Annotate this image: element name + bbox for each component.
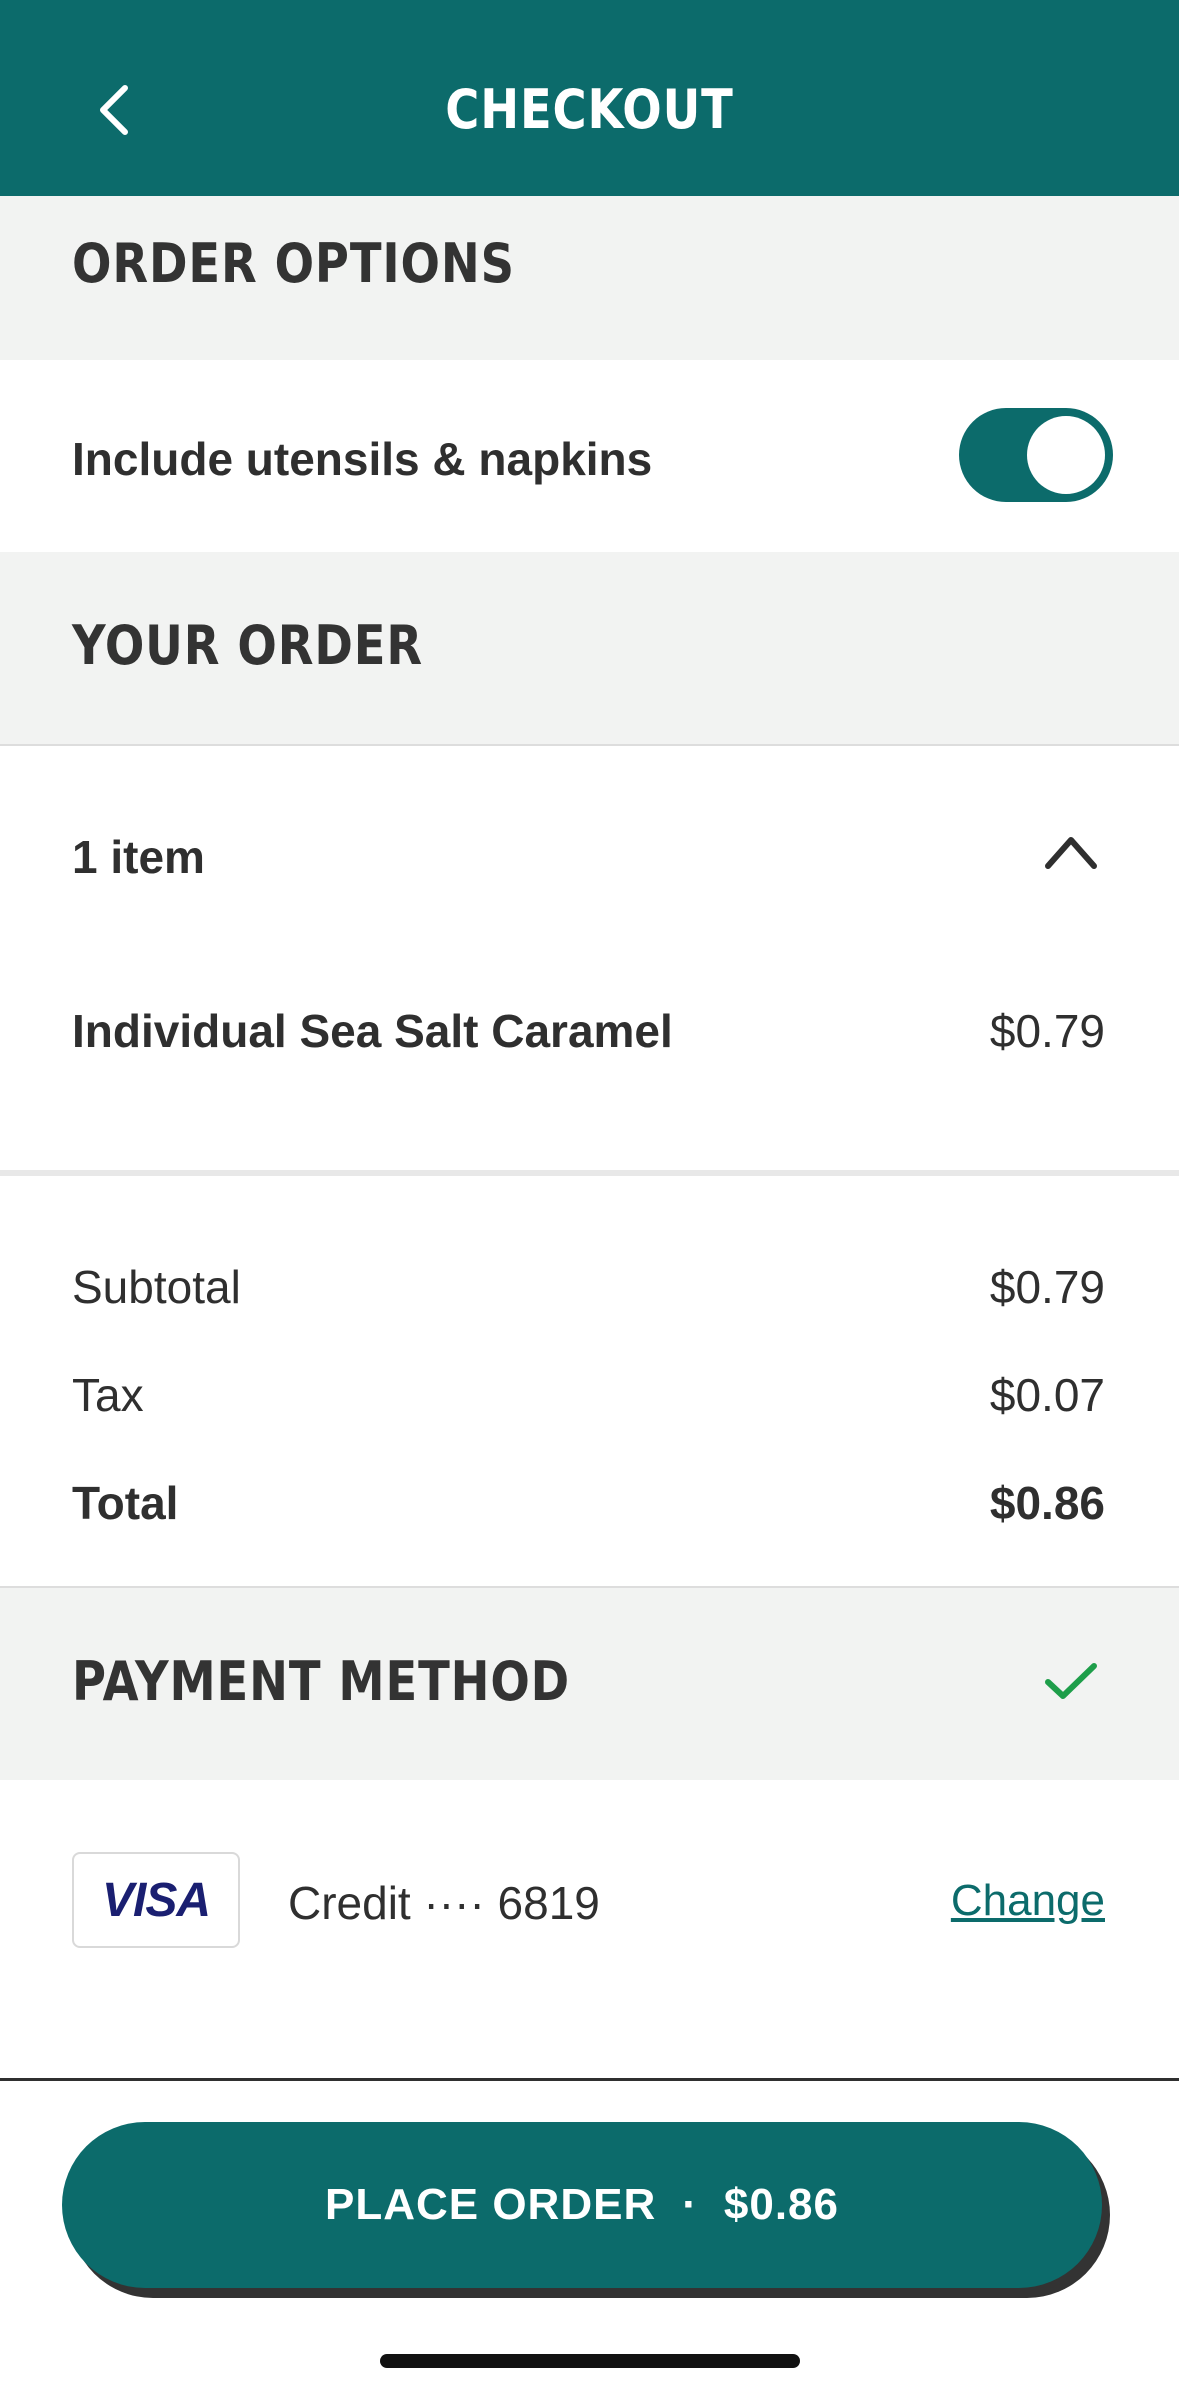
header-bar: CHECKOUT bbox=[0, 0, 1179, 196]
toggle-knob bbox=[1027, 416, 1105, 494]
card-label: Credit ···· 6819 bbox=[288, 1877, 600, 1929]
page-title: CHECKOUT bbox=[445, 78, 734, 141]
visa-card-logo: VISA bbox=[72, 1852, 240, 1948]
card-brand: VISA bbox=[101, 1873, 211, 1927]
utensils-toggle[interactable] bbox=[959, 408, 1113, 502]
change-payment-link[interactable]: Change bbox=[951, 1876, 1105, 1926]
home-indicator bbox=[380, 2354, 800, 2368]
order-item-name: Individual Sea Salt Caramel bbox=[72, 1005, 673, 1057]
utensils-label: Include utensils & napkins bbox=[72, 433, 653, 485]
your-order-title: YOUR ORDER bbox=[72, 614, 423, 677]
place-order-label: PLACE ORDER bbox=[324, 2180, 657, 2229]
order-options-title: ORDER OPTIONS bbox=[72, 232, 515, 295]
checkmark-icon bbox=[1045, 1663, 1097, 1699]
separator-dot: · bbox=[682, 2180, 698, 2229]
divider bbox=[0, 744, 1179, 746]
order-item-price: $0.79 bbox=[989, 1005, 1105, 1057]
item-count-label[interactable]: 1 item bbox=[72, 830, 205, 884]
subtotal-label: Subtotal bbox=[72, 1261, 241, 1313]
order-options-section-header: ORDER OPTIONS bbox=[0, 196, 1179, 360]
place-order-amount: $0.86 bbox=[723, 2180, 839, 2229]
divider bbox=[0, 1170, 1179, 1176]
tax-label: Tax bbox=[72, 1369, 144, 1421]
tax-value: $0.07 bbox=[989, 1369, 1105, 1421]
payment-method-title: PAYMENT METHOD bbox=[72, 1650, 571, 1713]
total-value: $0.86 bbox=[989, 1477, 1105, 1529]
subtotal-value: $0.79 bbox=[989, 1261, 1105, 1313]
place-order-button[interactable]: PLACE ORDER · $0.86 bbox=[62, 2122, 1102, 2288]
chevron-up-icon[interactable] bbox=[1040, 826, 1102, 876]
total-label: Total bbox=[72, 1477, 179, 1529]
